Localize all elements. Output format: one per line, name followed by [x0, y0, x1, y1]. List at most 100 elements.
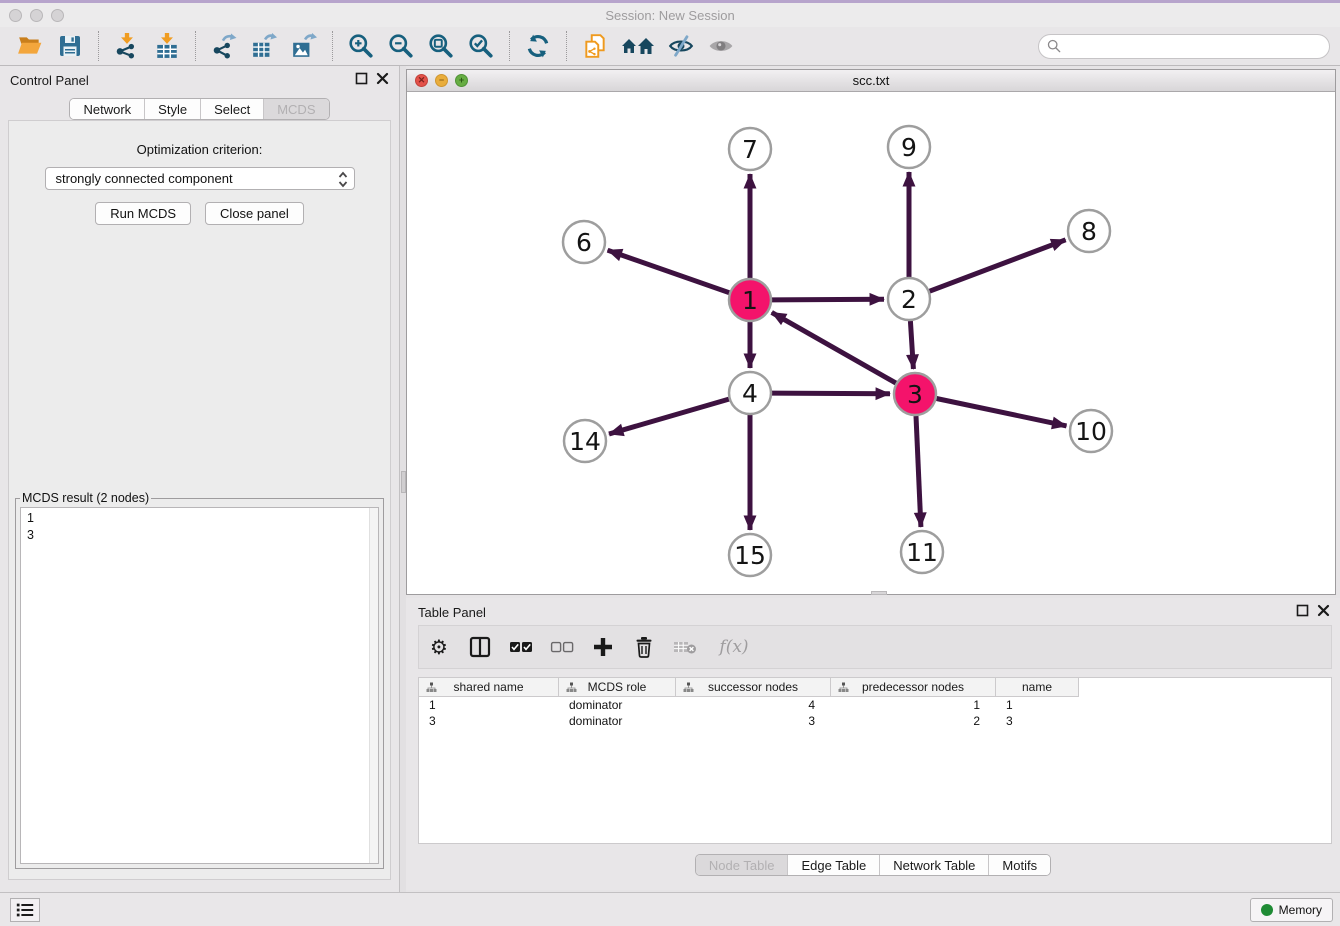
graph-node-label: 8 [1081, 217, 1097, 246]
table-cell[interactable]: 2 [831, 713, 996, 729]
open-folder-icon [17, 33, 43, 59]
graph-node-6[interactable]: 6 [563, 221, 605, 263]
column-header-MCDS-role[interactable]: MCDS role [559, 678, 676, 697]
export-image-button[interactable] [289, 31, 319, 61]
function-builder-button[interactable]: f(x) [714, 635, 754, 659]
close-panel-button[interactable]: Close panel [205, 202, 304, 225]
network-window-titlebar[interactable]: ✕ − + scc.txt [407, 70, 1335, 92]
table-cell[interactable]: 1 [831, 697, 996, 713]
table-cell[interactable]: 1 [419, 697, 559, 713]
tab-network[interactable]: Network [70, 99, 144, 119]
graph-edge-3-10[interactable] [937, 399, 1067, 426]
table-cell[interactable]: dominator [559, 713, 676, 729]
graph-edge-1-2[interactable] [772, 299, 884, 300]
graph-node-2[interactable]: 2 [888, 278, 930, 320]
show-all-button[interactable] [706, 31, 736, 61]
delete-column-button[interactable] [632, 635, 656, 659]
optimization-select[interactable]: strongly connected component [45, 167, 355, 190]
graph-node-3[interactable]: 3 [894, 373, 936, 415]
zoom-out-button[interactable] [386, 31, 416, 61]
column-header-successor-nodes[interactable]: successor nodes [676, 678, 831, 697]
export-table-button[interactable] [249, 31, 279, 61]
graph-edge-1-6[interactable] [608, 250, 730, 293]
table-cell[interactable]: 1 [996, 697, 1079, 713]
column-header-shared-name[interactable]: shared name [419, 678, 559, 697]
tab-node-table[interactable]: Node Table [696, 855, 788, 875]
graph-node-label: 15 [734, 541, 766, 570]
graph-edge-2-8[interactable] [930, 240, 1066, 291]
tab-style[interactable]: Style [144, 99, 200, 119]
table-settings-button[interactable]: ⚙ [427, 635, 451, 659]
tab-edge-table[interactable]: Edge Table [787, 855, 879, 875]
column-header-predecessor-nodes[interactable]: predecessor nodes [831, 678, 996, 697]
table-cell[interactable]: 3 [996, 713, 1079, 729]
graph-node-9[interactable]: 9 [888, 126, 930, 168]
table-row[interactable]: 3dominator323 [419, 713, 1331, 729]
column-header-name[interactable]: name [996, 678, 1079, 697]
delete-table-button[interactable] [673, 635, 697, 659]
graph-node-4[interactable]: 4 [729, 372, 771, 414]
zoom-selected-button[interactable] [466, 31, 496, 61]
result-scrollbar[interactable] [369, 508, 378, 863]
task-history-button[interactable] [10, 898, 40, 922]
graph-node-label: 9 [901, 133, 917, 162]
hide-selected-button[interactable] [666, 31, 696, 61]
save-session-button[interactable] [55, 31, 85, 61]
toolbar-separator [566, 31, 567, 61]
table-row[interactable]: 1dominator411 [419, 697, 1331, 713]
mcds-result-area[interactable]: 1 3 [20, 507, 379, 864]
graph-edge-4-3[interactable] [772, 393, 890, 394]
zoom-in-button[interactable] [346, 31, 376, 61]
graph-edge-3-1[interactable] [772, 312, 896, 383]
import-table-button[interactable] [152, 31, 182, 61]
select-all-button[interactable] [509, 635, 533, 659]
network-canvas[interactable]: 7 9 6 8 1 2 4 3 14 10 15 11 [407, 92, 1335, 594]
float-panel-icon[interactable] [355, 72, 368, 85]
graph-node-11[interactable]: 11 [901, 531, 943, 573]
graph-node-7[interactable]: 7 [729, 128, 771, 170]
graph-edge-3-11[interactable] [916, 416, 921, 527]
tab-motifs[interactable]: Motifs [988, 855, 1050, 875]
network-resize-handle[interactable] [871, 591, 887, 595]
table-cell[interactable]: 4 [676, 697, 831, 713]
zoom-fit-button[interactable] [426, 31, 456, 61]
search-input[interactable] [1066, 39, 1321, 54]
deselect-all-button[interactable] [550, 635, 574, 659]
copy-network-button[interactable] [580, 31, 610, 61]
screen: Session: New Session [0, 0, 1340, 926]
node-table[interactable]: shared nameMCDS rolesuccessor nodesprede… [418, 677, 1332, 844]
graph-node-1[interactable]: 1 [729, 279, 771, 321]
import-table-icon [154, 33, 180, 59]
table-cell[interactable]: 3 [419, 713, 559, 729]
memory-button[interactable]: Memory [1250, 898, 1333, 922]
import-network-button[interactable] [112, 31, 142, 61]
column-layout-button[interactable] [468, 635, 492, 659]
title-bar: Session: New Session [0, 3, 1340, 27]
graph-node-8[interactable]: 8 [1068, 210, 1110, 252]
table-cell[interactable]: 3 [676, 713, 831, 729]
tab-mcds[interactable]: MCDS [263, 99, 328, 119]
refresh-button[interactable] [523, 31, 553, 61]
search-box[interactable] [1038, 34, 1330, 59]
tree-column-icon [566, 682, 577, 693]
close-table-panel-icon[interactable] [1317, 604, 1330, 617]
tab-network-table[interactable]: Network Table [879, 855, 988, 875]
float-table-panel-icon[interactable] [1296, 604, 1309, 617]
graph-node-label: 4 [742, 379, 758, 408]
home-layout-button[interactable] [620, 31, 656, 61]
unchecked-boxes-icon [550, 641, 574, 653]
table-cell[interactable]: dominator [559, 697, 676, 713]
close-panel-icon[interactable] [376, 72, 389, 85]
tab-select[interactable]: Select [200, 99, 263, 119]
graph-edge-2-3[interactable] [910, 321, 913, 369]
graph-node-14[interactable]: 14 [564, 420, 606, 462]
graph-node-10[interactable]: 10 [1070, 410, 1112, 452]
run-mcds-button[interactable]: Run MCDS [95, 202, 191, 225]
open-session-button[interactable] [15, 31, 45, 61]
splitter-handle[interactable] [401, 471, 406, 493]
export-network-button[interactable] [209, 31, 239, 61]
graph-edge-4-14[interactable] [609, 399, 729, 434]
graph-node-15[interactable]: 15 [729, 534, 771, 576]
add-column-button[interactable] [591, 635, 615, 659]
network-graph[interactable]: 7 9 6 8 1 2 4 3 14 10 15 11 [407, 92, 1335, 594]
